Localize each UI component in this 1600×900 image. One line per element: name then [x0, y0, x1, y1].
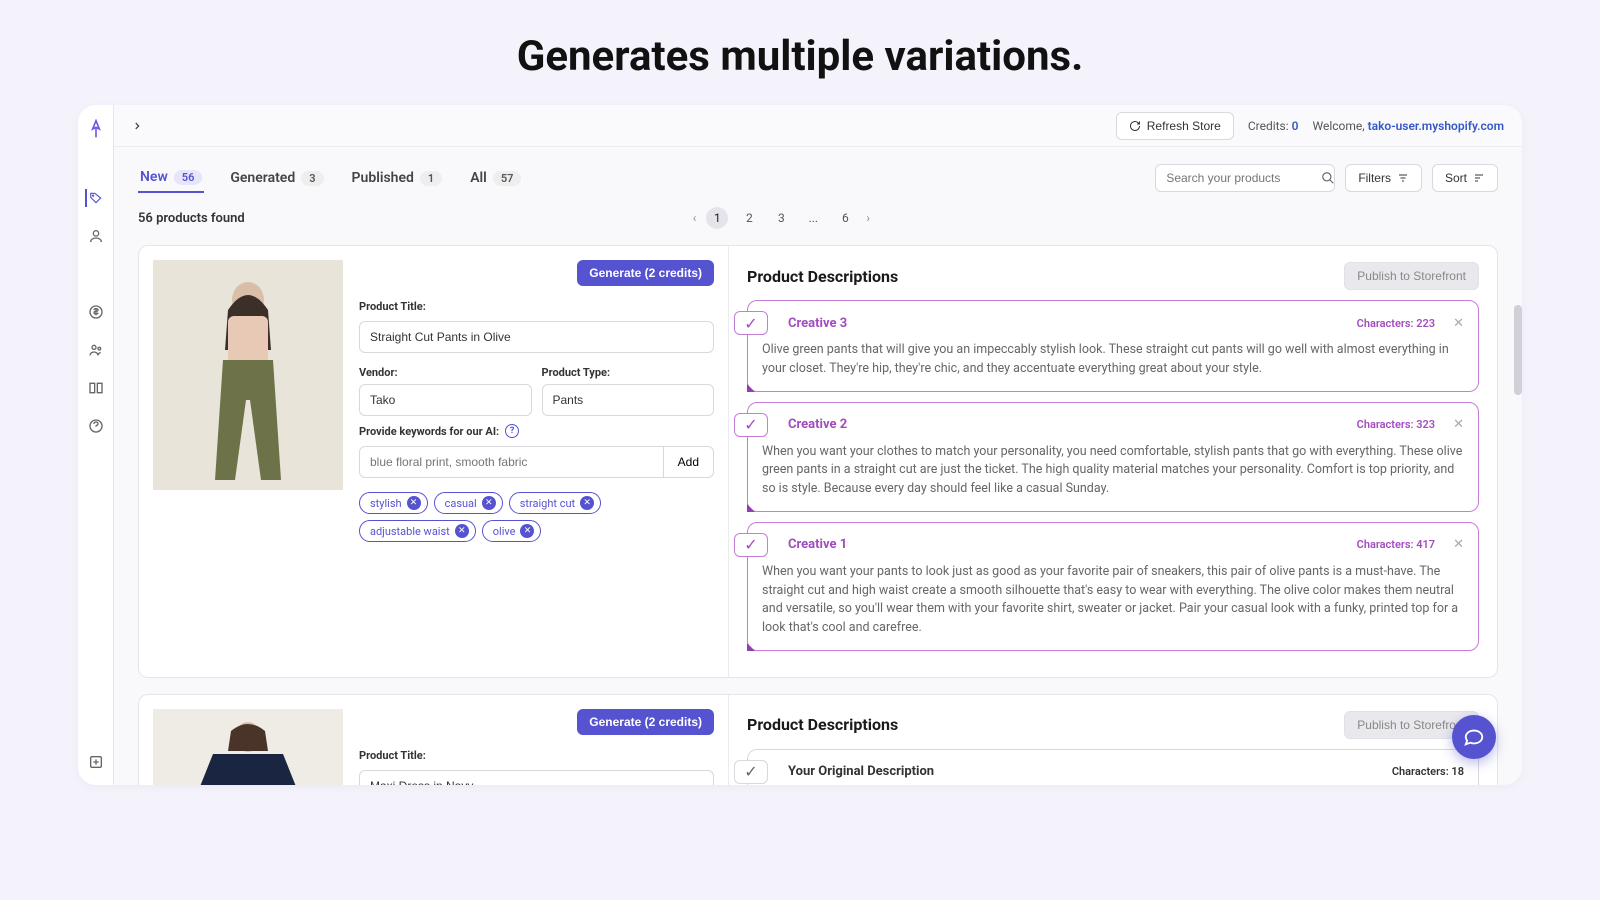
search-input[interactable] — [1166, 171, 1321, 185]
check-icon[interactable]: ✓ — [734, 533, 768, 557]
content-area: New56 Generated3 Published1 All57 Filters S… — [114, 147, 1522, 785]
welcome-text: Welcome, tako-user.myshopify.com — [1313, 119, 1505, 133]
creative-card[interactable]: ✓Creative 2Characters: 323✕When you want… — [747, 402, 1479, 512]
topbar: Refresh Store Credits: 0 Welcome, tako-u… — [114, 105, 1522, 147]
creative-card[interactable]: ✓Creative 1Characters: 417✕When you want… — [747, 522, 1479, 651]
product-title-label: Product Title: — [359, 300, 714, 313]
page-prev[interactable]: ‹ — [693, 211, 697, 225]
search-input-container[interactable] — [1155, 164, 1335, 192]
user-link[interactable]: tako-user.myshopify.com — [1368, 119, 1504, 133]
nav-book-icon[interactable] — [87, 379, 105, 397]
product-title-input[interactable] — [359, 321, 714, 353]
tag-olive: olive✕ — [482, 520, 542, 542]
vendor-label: Vendor: — [359, 366, 398, 379]
pagination: ‹ 123... 6 › — [693, 207, 870, 229]
tab-all[interactable]: All57 — [468, 163, 523, 193]
creative-body: Olive green pants that will give you an … — [762, 341, 1464, 379]
tag-straight-cut: straight cut✕ — [509, 492, 601, 514]
search-icon[interactable] — [1321, 171, 1335, 185]
page-...: ... — [802, 207, 824, 229]
nav-user-icon[interactable] — [87, 227, 105, 245]
app-window: Refresh Store Credits: 0 Welcome, tako-u… — [78, 105, 1522, 785]
remove-tag-icon[interactable]: ✕ — [482, 496, 496, 510]
product-image — [153, 260, 343, 490]
scrollbar[interactable] — [1514, 305, 1522, 395]
keywords-input[interactable] — [359, 446, 664, 478]
expand-icon[interactable] — [132, 121, 142, 131]
credits-text: Credits: 0 — [1248, 119, 1299, 133]
tag-stylish: stylish✕ — [359, 492, 428, 514]
tag-adjustable-waist: adjustable waist✕ — [359, 520, 476, 542]
nav-dollar-icon[interactable] — [87, 303, 105, 321]
check-icon[interactable]: ✓ — [734, 413, 768, 437]
original-description[interactable]: ✓ Your Original Description Characters: … — [747, 749, 1479, 785]
filters-button[interactable]: Filters — [1345, 164, 1422, 192]
tab-published[interactable]: Published1 — [350, 163, 445, 193]
char-count: Characters: 417 — [1357, 538, 1435, 551]
creative-body: When you want your clothes to match your… — [762, 443, 1464, 499]
tag-casual: casual✕ — [434, 492, 503, 514]
chat-icon[interactable] — [1452, 715, 1496, 759]
check-icon[interactable]: ✓ — [734, 760, 768, 784]
logo-icon — [86, 119, 106, 139]
type-input[interactable] — [542, 384, 715, 416]
tab-new[interactable]: New56 — [138, 163, 204, 193]
keywords-label: Provide keywords for our AI: — [359, 425, 499, 438]
page-3[interactable]: 3 — [770, 207, 792, 229]
product-title-label: Product Title: — [359, 749, 714, 762]
vendor-input[interactable] — [359, 384, 532, 416]
product-title-input[interactable] — [359, 770, 714, 785]
creative-title: Creative 1 — [788, 537, 847, 552]
generate-button[interactable]: Generate (2 credits) — [577, 260, 714, 286]
nav-tag-icon[interactable] — [85, 189, 103, 207]
close-icon[interactable]: ✕ — [1453, 316, 1464, 331]
page-6[interactable]: 6 — [834, 207, 856, 229]
generate-button[interactable]: Generate (2 credits) — [577, 709, 714, 735]
remove-tag-icon[interactable]: ✕ — [520, 524, 534, 538]
creative-body: When you want your pants to look just as… — [762, 563, 1464, 638]
creative-title: Creative 2 — [788, 417, 847, 432]
add-keyword-button[interactable]: Add — [664, 446, 714, 478]
char-count: Characters: 18 — [1392, 765, 1464, 778]
nav-compose-icon[interactable] — [87, 753, 105, 771]
publish-button[interactable]: Publish to Storefront — [1344, 262, 1479, 290]
sort-button[interactable]: Sort — [1432, 164, 1498, 192]
char-count: Characters: 223 — [1357, 317, 1435, 330]
nav-team-icon[interactable] — [87, 341, 105, 359]
page-2[interactable]: 2 — [738, 207, 760, 229]
page-title: Generates multiple variations. — [0, 0, 1600, 105]
tab-generated[interactable]: Generated3 — [228, 163, 325, 193]
results-count: 56 products found — [138, 211, 245, 226]
refresh-store-button[interactable]: Refresh Store — [1116, 112, 1234, 140]
product-descriptions-title: Product Descriptions — [747, 715, 898, 734]
product-card: Generate (2 credits) Product Title: Vend… — [138, 245, 1498, 678]
main-column: Refresh Store Credits: 0 Welcome, tako-u… — [114, 105, 1522, 785]
remove-tag-icon[interactable]: ✕ — [407, 496, 421, 510]
creative-title: Your Original Description — [788, 764, 934, 779]
product-descriptions-title: Product Descriptions — [747, 267, 898, 286]
type-label: Product Type: — [542, 366, 611, 379]
creative-card[interactable]: ✓Creative 3Characters: 223✕Olive green p… — [747, 300, 1479, 392]
tabs-row: New56 Generated3 Published1 All57 Filters S… — [138, 163, 1498, 193]
nav-help-icon[interactable] — [87, 417, 105, 435]
page-next[interactable]: › — [866, 211, 870, 225]
char-count: Characters: 323 — [1357, 418, 1435, 431]
remove-tag-icon[interactable]: ✕ — [455, 524, 469, 538]
close-icon[interactable]: ✕ — [1453, 417, 1464, 432]
product-image — [153, 709, 343, 785]
tags-container: stylish✕ casual✕ straight cut✕ adjustable w… — [359, 492, 714, 542]
close-icon[interactable]: ✕ — [1453, 537, 1464, 552]
product-card: Generate (2 credits) Product Title: Vend… — [138, 694, 1498, 785]
check-icon[interactable]: ✓ — [734, 311, 768, 335]
remove-tag-icon[interactable]: ✕ — [580, 496, 594, 510]
sidebar — [78, 105, 114, 785]
page-1[interactable]: 1 — [706, 207, 728, 229]
creative-title: Creative 3 — [788, 316, 847, 331]
help-icon[interactable]: ? — [505, 424, 519, 438]
